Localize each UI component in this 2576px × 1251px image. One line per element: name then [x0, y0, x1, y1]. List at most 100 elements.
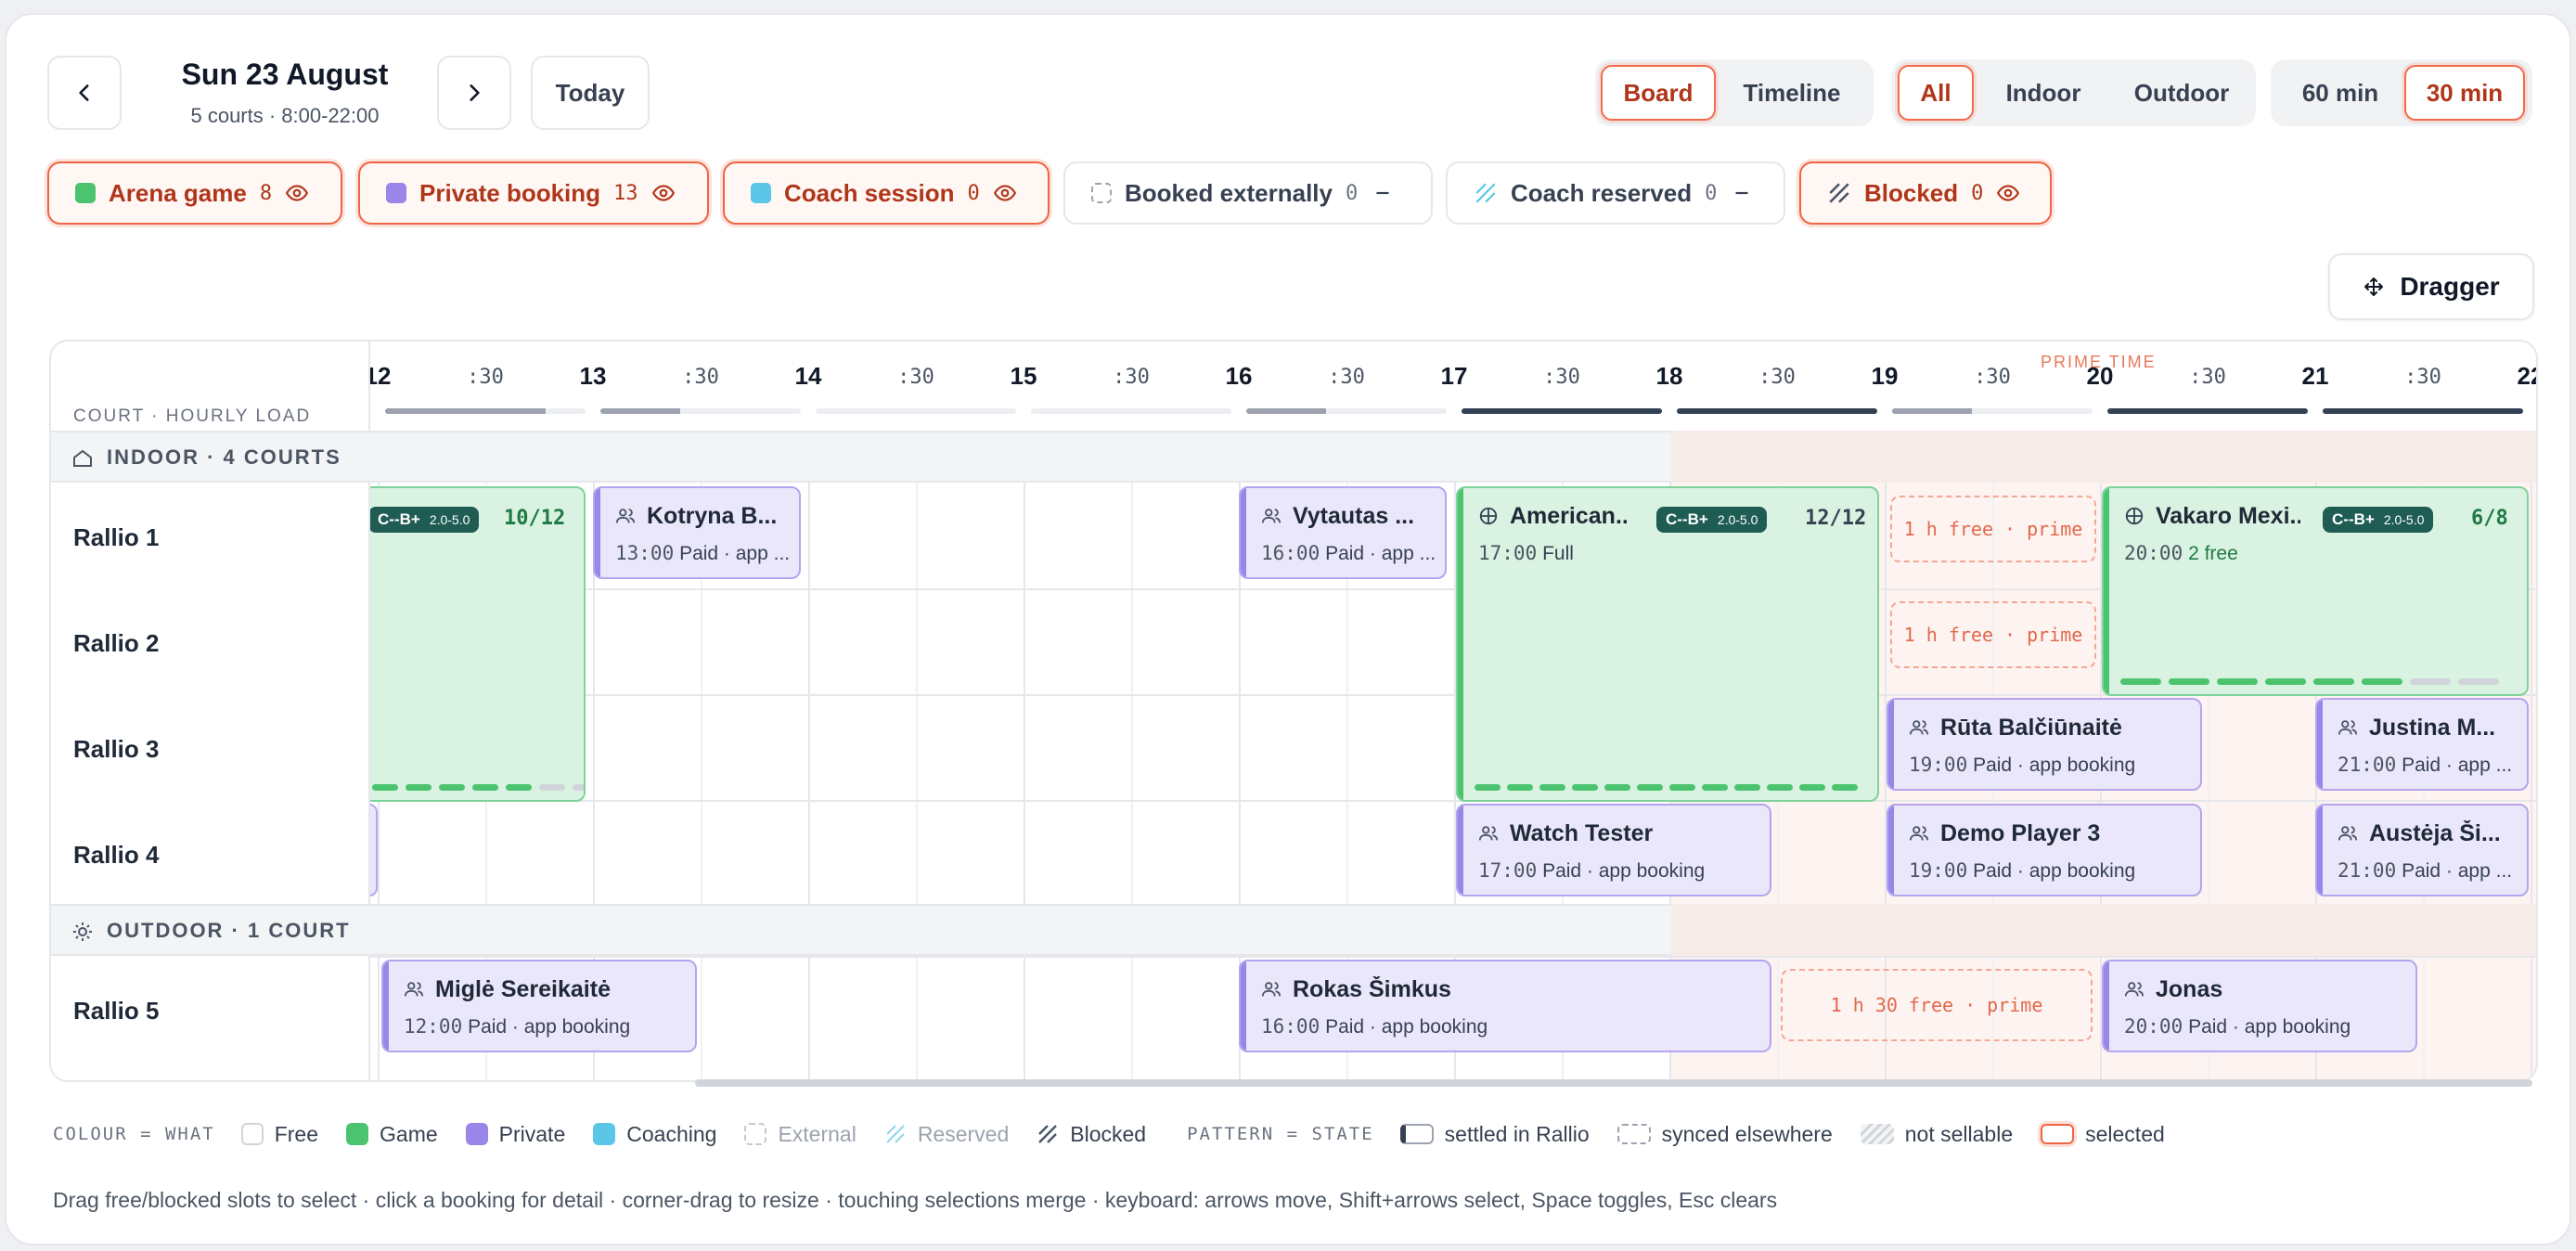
private-booking[interactable]: Watch Tester 17:00 Paid · app booking [1456, 804, 1771, 896]
private-booking[interactable]: Austėja Ši... 21:00 Paid · app ... [2315, 804, 2529, 896]
court-name: Rallio 4 [73, 841, 160, 869]
legend-label: Game [380, 1121, 438, 1146]
filter-booked-externally[interactable]: Booked externally 0 [1063, 161, 1433, 225]
booking-meta: 12:00 Paid · app booking [404, 1015, 630, 1038]
booking-title: Vytautas ... [1261, 503, 1436, 530]
env-indoor-option[interactable]: Indoor [1974, 65, 2113, 121]
legend-item: Game [346, 1122, 438, 1147]
free-slot-prime[interactable]: 1 h 30 free · prime [1781, 969, 2093, 1041]
filter-coach-session[interactable]: Coach session 0 [723, 161, 1050, 225]
hourly-load-fill [1246, 408, 1327, 414]
view-board-option[interactable]: Board [1601, 65, 1716, 121]
booking-name: Miglė Sereikaitė [435, 976, 611, 1002]
booking-meta: 20:00 2 free [2124, 542, 2238, 565]
today-button[interactable]: Today [531, 56, 650, 130]
hourly-load-bar [2107, 408, 2308, 414]
arena-game-booking[interactable]: C--B+ 2.0-5.0 10/12 [363, 486, 586, 802]
hour-gridline [2531, 483, 2532, 1080]
booking-name: American... [1510, 503, 1627, 529]
legend-item: Blocked [1037, 1122, 1146, 1147]
booking-meta: 21:00 Paid · app ... [2338, 754, 2521, 777]
filter-private-booking[interactable]: Private booking 13 [358, 161, 709, 225]
not-sellable-swatch [1860, 1124, 1894, 1144]
prime-band-outdoor [1671, 904, 2536, 956]
filter-coach-reserved[interactable]: Coach reserved 0 [1446, 161, 1785, 225]
private-booking[interactable]: Rokas Šimkus 16:00 Paid · app booking [1239, 960, 1771, 1052]
arena-game-booking[interactable]: Vakaro Mexi... C--B+ 2.0-5.0 6/8 20:00 2 … [2102, 486, 2529, 696]
prev-day-button[interactable] [47, 56, 122, 130]
move-icon [2364, 277, 2384, 296]
legend-item: Private [465, 1122, 565, 1147]
dragger-label: Dragger [2400, 272, 2500, 301]
filter-label: Arena game [109, 178, 247, 207]
hourly-load-fill [1462, 408, 1662, 414]
hourly-load-bar [1462, 408, 1662, 414]
env-outdoor-option[interactable]: Outdoor [2113, 65, 2250, 121]
legend-label: synced elsewhere [1661, 1121, 1833, 1146]
booking-meta: 20:00 Paid · app booking [2124, 1015, 2351, 1038]
view-timeline-option[interactable]: Timeline [1716, 65, 1868, 121]
booking-title: Demo Player 3 [1909, 820, 2100, 847]
private-booking[interactable]: Jonas 20:00 Paid · app booking [2102, 960, 2417, 1052]
booking-name: Watch Tester [1510, 820, 1654, 846]
booking-name: Rokas Šimkus [1293, 976, 1451, 1002]
synced-swatch [1616, 1124, 1651, 1144]
private-booking[interactable]: Miglė Sereikaitė 12:00 Paid · app bookin… [381, 960, 697, 1052]
env-all-option[interactable]: All [1898, 65, 1974, 121]
legend-label: Reserved [917, 1121, 1010, 1146]
reserved-stripe-icon [886, 1125, 905, 1143]
external-swatch [1091, 183, 1112, 203]
filter-label: Booked externally [1125, 178, 1333, 207]
booking-name: Rūta Balčiūnaitė [1940, 715, 2122, 741]
dragger-button[interactable]: Dragger [2328, 253, 2534, 320]
hour-label: 14 [794, 362, 822, 390]
sun-icon [73, 922, 92, 941]
booking-time: 19:00 [1909, 754, 1968, 776]
date-subtitle: 5 courts · 8:00-22:00 [190, 104, 380, 127]
private-booking[interactable]: Justina M... 21:00 Paid · app ... [2315, 698, 2529, 791]
legend-item: not sellable [1860, 1122, 2013, 1147]
slot-30-option[interactable]: 30 min [2404, 65, 2525, 121]
people-icon [1261, 509, 1282, 523]
game-swatch [346, 1123, 369, 1145]
private-booking[interactable]: Demo Player 3 19:00 Paid · app booking [1887, 804, 2202, 896]
private-booking[interactable]: Kotryna B... 13:00 Paid · app ... [593, 486, 801, 579]
booking-title: Austėja Ši... [2338, 820, 2521, 847]
hour-gridline [808, 483, 810, 1080]
booking-name: Austėja Ši... [2369, 820, 2501, 846]
hour-label: 17 [1440, 362, 1468, 390]
booking-title: Kotryna B... [615, 503, 790, 530]
free-swatch [240, 1123, 264, 1145]
booking-name: Kotryna B... [647, 503, 778, 529]
half-hour-gridline [916, 483, 918, 1080]
horizontal-scrollbar[interactable] [695, 1079, 2532, 1087]
level-text: C--B+ [2332, 510, 2375, 528]
next-day-button[interactable] [437, 56, 511, 130]
filter-arena-game[interactable]: Arena game 8 [47, 161, 342, 225]
filter-blocked[interactable]: Blocked 0 [1799, 161, 2052, 225]
eye-icon [286, 185, 309, 201]
booking-time: 12:00 [404, 1015, 463, 1038]
court-name: Rallio 1 [73, 523, 160, 551]
private-booking[interactable]: Rūta Balčiūnaitė 19:00 Paid · app bookin… [1887, 698, 2202, 791]
booking-title: Vakaro Mexi... [2124, 503, 2300, 530]
hourly-load-fill [1677, 408, 1877, 414]
free-slot-prime[interactable]: 1 h free · prime [1890, 496, 2096, 562]
people-icon [1478, 826, 1499, 841]
half-hour-label: :30 [1974, 366, 2011, 389]
capacity-dots [2120, 678, 2499, 685]
private-booking[interactable]: Vytautas ... 16:00 Paid · app ... [1239, 486, 1447, 579]
legend-colour-caption: COLOUR = WHAT [53, 1124, 215, 1144]
booking-status: Paid · app ... [2402, 754, 2513, 776]
booking-meta: 17:00 Paid · app booking [1478, 859, 1705, 883]
booking-time: 20:00 [2124, 542, 2183, 564]
hourly-load-bar [1677, 408, 1877, 414]
arena-game-booking[interactable]: American... C--B+ 2.0-5.0 12/12 17:00 Ful… [1456, 486, 1879, 802]
free-slot-prime[interactable]: 1 h free · prime [1890, 601, 2096, 668]
booking-status: Paid · app booking [468, 1016, 631, 1038]
court-name: Rallio 2 [73, 629, 160, 657]
slot-60-option[interactable]: 60 min [2276, 65, 2404, 121]
legend-label: Blocked [1070, 1121, 1147, 1146]
external-swatch [744, 1123, 767, 1145]
prime-band-indoor [1671, 431, 2536, 483]
